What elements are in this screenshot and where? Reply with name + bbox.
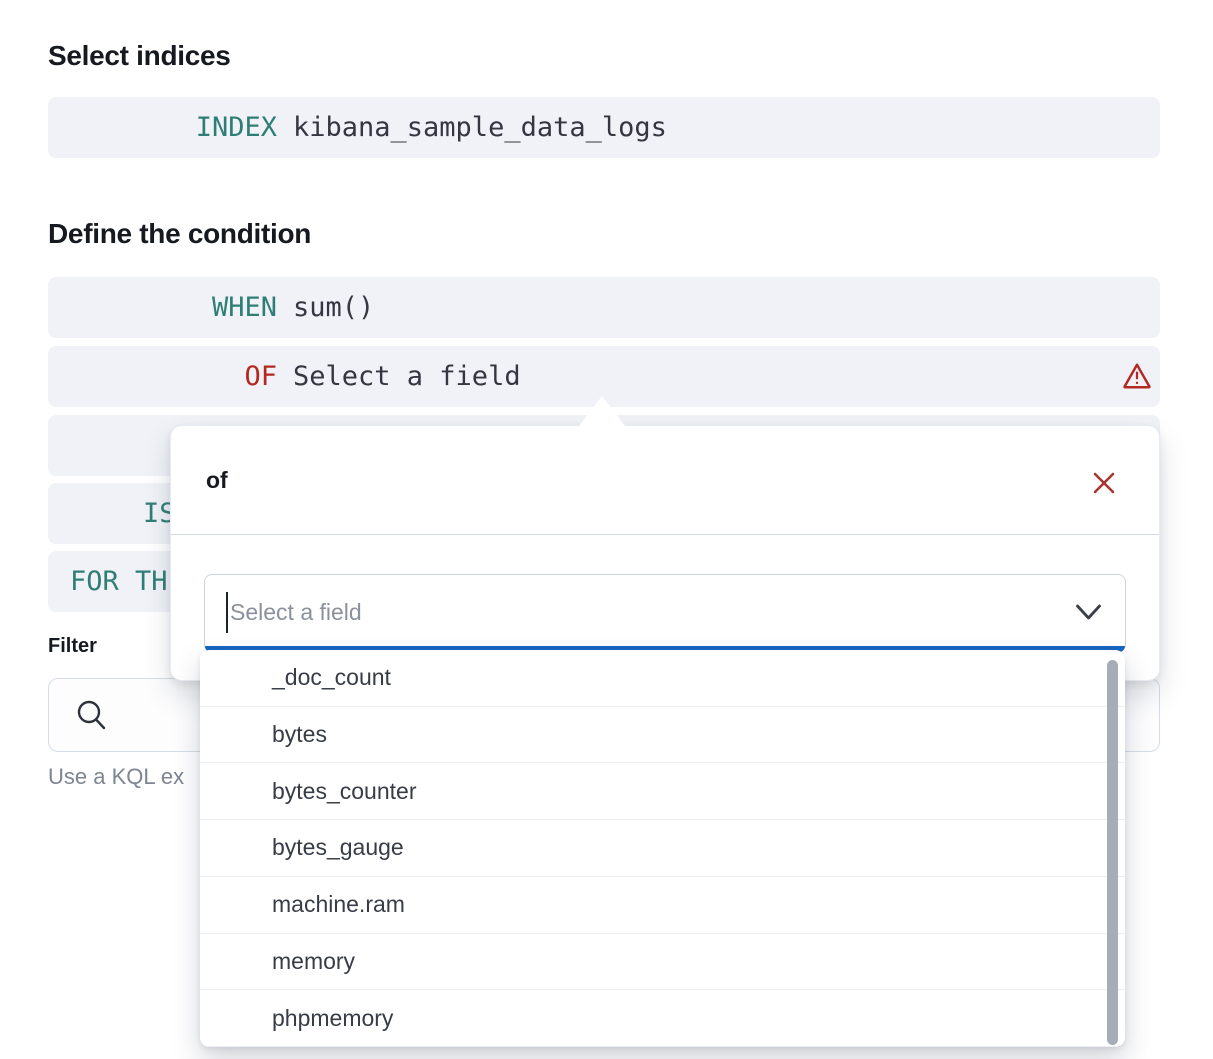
popover-title: of bbox=[206, 426, 228, 534]
for-the-last-keyword: FOR TH bbox=[70, 551, 168, 612]
when-keyword: WHEN bbox=[48, 277, 277, 338]
close-popover-button[interactable] bbox=[1084, 463, 1124, 503]
define-condition-heading: Define the condition bbox=[48, 218, 311, 250]
filter-label: Filter bbox=[48, 635, 97, 658]
scrollbar-thumb[interactable] bbox=[1107, 660, 1118, 1045]
combobox-placeholder: Select a field bbox=[230, 575, 362, 649]
field-options-listbox: _doc_count bytes bytes_counter bytes_gau… bbox=[200, 650, 1125, 1047]
when-value: sum() bbox=[293, 277, 374, 338]
popover-arrow bbox=[579, 396, 625, 426]
of-keyword: OF bbox=[48, 346, 277, 407]
option-bytes-counter[interactable]: bytes_counter bbox=[200, 763, 1125, 820]
field-combobox[interactable]: Select a field bbox=[204, 574, 1126, 652]
of-value: Select a field bbox=[293, 346, 521, 407]
warning-triangle-icon bbox=[1122, 361, 1152, 391]
of-popover: of Select a field bbox=[170, 425, 1160, 681]
search-icon bbox=[75, 699, 109, 733]
option-bytes[interactable]: bytes bbox=[200, 707, 1125, 764]
index-keyword: INDEX bbox=[48, 97, 277, 158]
chevron-down-icon[interactable] bbox=[1075, 603, 1102, 627]
index-value: kibana_sample_data_logs bbox=[293, 97, 667, 158]
select-indices-heading: Select indices bbox=[48, 40, 231, 72]
popover-title-divider bbox=[171, 534, 1159, 535]
option-doc-count[interactable]: _doc_count bbox=[200, 650, 1125, 707]
close-icon bbox=[1092, 471, 1116, 495]
option-bytes-gauge[interactable]: bytes_gauge bbox=[200, 820, 1125, 877]
option-phpmemory[interactable]: phpmemory bbox=[200, 990, 1125, 1047]
text-caret bbox=[226, 592, 228, 633]
option-machine-ram[interactable]: machine.ram bbox=[200, 877, 1125, 934]
when-expression-button[interactable]: WHEN sum() bbox=[48, 277, 1160, 338]
index-expression-button[interactable]: INDEX kibana_sample_data_logs bbox=[48, 97, 1160, 158]
option-memory[interactable]: memory bbox=[200, 934, 1125, 991]
kql-helper-text: Use a KQL ex bbox=[48, 764, 184, 790]
